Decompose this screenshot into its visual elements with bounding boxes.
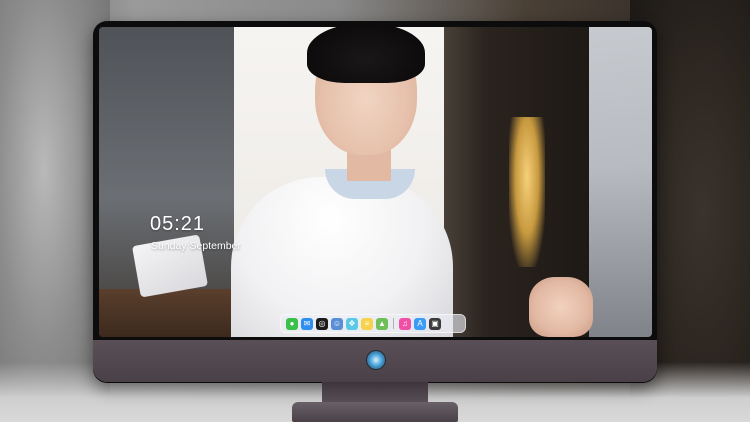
wallpaper-person-hair (307, 27, 425, 83)
app-store-icon[interactable]: A (414, 317, 426, 330)
camera-icon[interactable]: ▣ (429, 317, 441, 330)
maps-icon[interactable]: ▲ (376, 317, 388, 330)
notes-icon[interactable]: ≡ (361, 317, 373, 330)
dock-separator (393, 318, 394, 329)
wallpaper-person-sweater (231, 177, 453, 337)
lock-screen-subtitle: ········ ········ (151, 255, 180, 261)
photos-icon[interactable]: ❖ (346, 317, 358, 330)
monitor-stand-neck (322, 382, 428, 404)
wallpaper-person-hand (529, 277, 593, 337)
messages-icon[interactable]: ● (286, 317, 298, 330)
monitor-stand-foot (292, 402, 458, 422)
lock-screen-date: Sunday September (151, 240, 241, 252)
lock-screen-clock: 05:21 (150, 213, 206, 235)
desktop-screen[interactable]: 05:21 Sunday September ········ ········… (99, 27, 652, 337)
finder-icon[interactable]: ☺ (331, 317, 343, 330)
wallpaper-lamp (509, 117, 545, 267)
dock: ● ✉ ◎ ☺ ❖ ≡ ▲ ♫ A ▣ (280, 314, 466, 333)
brand-logo-icon (366, 350, 386, 370)
mail-icon[interactable]: ✉ (301, 317, 313, 330)
music-icon[interactable]: ♫ (399, 317, 411, 330)
safari-icon[interactable]: ◎ (316, 317, 328, 330)
wallpaper-light (589, 27, 652, 337)
